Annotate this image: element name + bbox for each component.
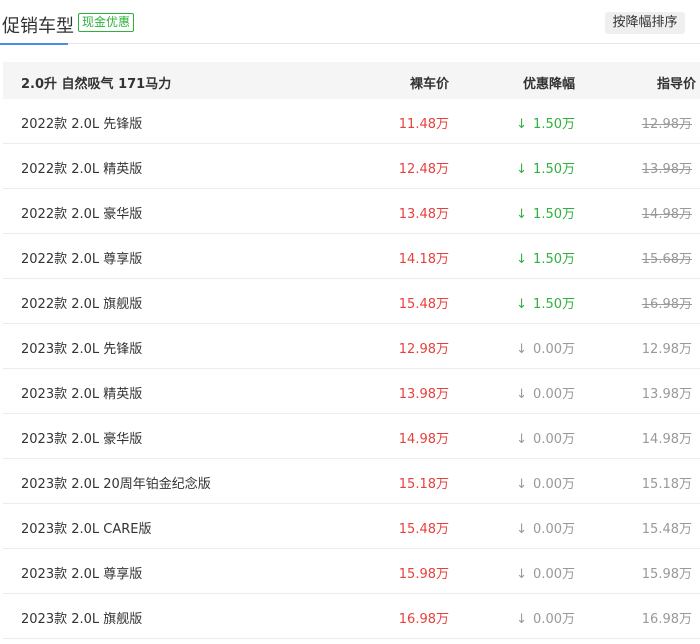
model-name: 2022款 2.0L 旗舰版 (21, 297, 143, 312)
discount-amount: ↓ 1.50万 (516, 248, 575, 267)
column-header-guide-price: 指导价 (656, 77, 696, 92)
tab-promo-models[interactable]: 促销车型 (0, 10, 74, 45)
arrow-down-icon: ↓ (516, 522, 528, 537)
guide-price: 15.48万 (641, 522, 692, 537)
discount-value: 0.00万 (533, 522, 575, 537)
model-name: 2022款 2.0L 豪华版 (21, 207, 143, 222)
guide-price: 13.98万 (641, 387, 692, 402)
discount-value: 1.50万 (533, 252, 575, 267)
discount-amount: ↓ 1.50万 (516, 203, 575, 222)
model-name: 2023款 2.0L 先锋版 (21, 342, 143, 357)
discount-amount: ↓ 0.00万 (516, 518, 575, 537)
discount-value: 1.50万 (533, 162, 575, 177)
column-header-price: 裸车价 (409, 77, 449, 92)
model-name: 2022款 2.0L 先锋版 (21, 117, 143, 132)
discount-amount: ↓ 0.00万 (516, 338, 575, 357)
guide-price: 16.98万 (641, 297, 692, 312)
discount-amount: ↓ 0.00万 (516, 383, 575, 402)
table-row[interactable]: 2023款 2.0L 精英版 13.98万 ↓ 0.00万 13.98万 (3, 369, 700, 414)
promo-header: 促销车型 现金优惠 按降幅排序 (0, 0, 700, 45)
arrow-down-icon: ↓ (516, 117, 528, 132)
table-body: 2022款 2.0L 先锋版 11.48万 ↓ 1.50万 12.98万 2022款 2.… (3, 99, 700, 639)
table-header: 2.0升 自然吸气 171马力 裸车价 优惠降幅 指导价 (3, 62, 700, 99)
guide-price: 15.68万 (641, 252, 692, 267)
guide-price: 16.98万 (641, 612, 692, 627)
sort-by-discount-button[interactable]: 按降幅排序 (605, 12, 685, 34)
discount-value: 0.00万 (533, 432, 575, 447)
table-row[interactable]: 2023款 2.0L 20周年铂金纪念版 15.18万 ↓ 0.00万 15.18万 (3, 459, 700, 504)
promo-model-table: 2.0升 自然吸气 171马力 裸车价 优惠降幅 指导价 2022款 2.0L … (3, 62, 700, 639)
table-row[interactable]: 2023款 2.0L 先锋版 12.98万 ↓ 0.00万 12.98万 (3, 324, 700, 369)
model-name: 2023款 2.0L 旗舰版 (21, 612, 143, 627)
model-name: 2023款 2.0L 豪华版 (21, 432, 143, 447)
discount-value: 1.50万 (533, 117, 575, 132)
arrow-down-icon: ↓ (516, 567, 528, 582)
discount-value: 0.00万 (533, 342, 575, 357)
discount-amount: ↓ 0.00万 (516, 608, 575, 627)
table-row[interactable]: 2023款 2.0L 旗舰版 16.98万 ↓ 0.00万 16.98万 (3, 594, 700, 639)
discount-amount: ↓ 1.50万 (516, 158, 575, 177)
table-row[interactable]: 2023款 2.0L 尊享版 15.98万 ↓ 0.00万 15.98万 (3, 549, 700, 594)
model-name: 2022款 2.0L 尊享版 (21, 252, 143, 267)
net-price: 16.98万 (398, 612, 449, 627)
net-price: 14.18万 (398, 252, 449, 267)
table-row[interactable]: 2022款 2.0L 精英版 12.48万 ↓ 1.50万 13.98万 (3, 144, 700, 189)
arrow-down-icon: ↓ (516, 432, 528, 447)
active-tab-indicator (0, 43, 68, 45)
model-name: 2023款 2.0L CARE版 (21, 522, 152, 537)
model-name: 2023款 2.0L 精英版 (21, 387, 143, 402)
net-price: 15.48万 (398, 522, 449, 537)
net-price: 15.18万 (398, 477, 449, 492)
net-price: 11.48万 (398, 117, 449, 132)
table-row[interactable]: 2022款 2.0L 尊享版 14.18万 ↓ 1.50万 15.68万 (3, 234, 700, 279)
guide-price: 14.98万 (641, 207, 692, 222)
discount-amount: ↓ 0.00万 (516, 563, 575, 582)
engine-group-label: 2.0升 自然吸气 171马力 (21, 77, 172, 92)
discount-value: 0.00万 (533, 612, 575, 627)
cash-discount-badge: 现金优惠 (78, 13, 135, 32)
net-price: 12.48万 (398, 162, 449, 177)
page-title: 促销车型 (2, 16, 74, 37)
discount-amount: ↓ 0.00万 (516, 473, 575, 492)
table-row[interactable]: 2022款 2.0L 旗舰版 15.48万 ↓ 1.50万 16.98万 (3, 279, 700, 324)
discount-amount: ↓ 0.00万 (516, 428, 575, 447)
discount-value: 1.50万 (533, 207, 575, 222)
model-name: 2023款 2.0L 尊享版 (21, 567, 143, 582)
net-price: 13.48万 (398, 207, 449, 222)
guide-price: 15.18万 (641, 477, 692, 492)
arrow-down-icon: ↓ (516, 252, 528, 267)
arrow-down-icon: ↓ (516, 207, 528, 222)
guide-price: 12.98万 (641, 117, 692, 132)
net-price: 15.98万 (398, 567, 449, 582)
table-row[interactable]: 2023款 2.0L 豪华版 14.98万 ↓ 0.00万 14.98万 (3, 414, 700, 459)
arrow-down-icon: ↓ (516, 387, 528, 402)
net-price: 14.98万 (398, 432, 449, 447)
model-name: 2022款 2.0L 精英版 (21, 162, 143, 177)
table-row[interactable]: 2022款 2.0L 豪华版 13.48万 ↓ 1.50万 14.98万 (3, 189, 700, 234)
arrow-down-icon: ↓ (516, 477, 528, 492)
net-price: 13.98万 (398, 387, 449, 402)
table-row[interactable]: 2023款 2.0L CARE版 15.48万 ↓ 0.00万 15.48万 (3, 504, 700, 549)
arrow-down-icon: ↓ (516, 162, 528, 177)
net-price: 12.98万 (398, 342, 449, 357)
column-header-discount: 优惠降幅 (522, 77, 575, 92)
guide-price: 12.98万 (641, 342, 692, 357)
discount-value: 1.50万 (533, 297, 575, 312)
guide-price: 14.98万 (641, 432, 692, 447)
arrow-down-icon: ↓ (516, 612, 528, 627)
arrow-down-icon: ↓ (516, 342, 528, 357)
arrow-down-icon: ↓ (516, 297, 528, 312)
guide-price: 15.98万 (641, 567, 692, 582)
table-row[interactable]: 2022款 2.0L 先锋版 11.48万 ↓ 1.50万 12.98万 (3, 99, 700, 144)
discount-amount: ↓ 1.50万 (516, 293, 575, 312)
discount-value: 0.00万 (533, 387, 575, 402)
net-price: 15.48万 (398, 297, 449, 312)
discount-value: 0.00万 (533, 477, 575, 492)
discount-amount: ↓ 1.50万 (516, 113, 575, 132)
discount-value: 0.00万 (533, 567, 575, 582)
guide-price: 13.98万 (641, 162, 692, 177)
model-name: 2023款 2.0L 20周年铂金纪念版 (21, 477, 211, 492)
